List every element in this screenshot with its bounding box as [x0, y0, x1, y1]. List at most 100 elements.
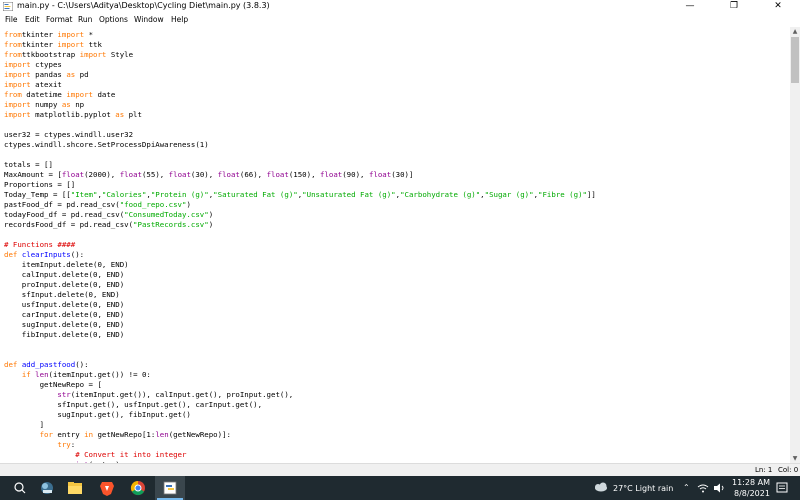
code-line[interactable]: itemInput.delete(0, END)	[4, 260, 129, 270]
code-token: sfInput.get(), usfInput.get(), carInput.…	[4, 400, 263, 409]
menu-options[interactable]: Options	[99, 15, 128, 24]
code-line[interactable]: import numpy as np	[4, 100, 84, 110]
code-line[interactable]: Today_Temp = [["Item","Calories","Protei…	[4, 190, 596, 200]
menu-file[interactable]: File	[5, 15, 18, 24]
code-line[interactable]: user32 = ctypes.windll.user32	[4, 130, 133, 140]
code-token: import	[79, 50, 107, 59]
clock-time[interactable]: 11:28 AM	[732, 478, 770, 487]
code-token: float	[168, 170, 191, 179]
code-token: recordsFood_df = pd.read_csv(	[4, 220, 134, 229]
code-token: # Convert it into integer	[75, 450, 187, 459]
code-token: float	[319, 170, 343, 179]
code-line[interactable]: fromtkinter import ttk	[4, 40, 102, 50]
code-line[interactable]: calInput.delete(0, END)	[4, 270, 124, 280]
code-token: float	[119, 170, 142, 179]
code-editor[interactable]: fromtkinter import * fromtkinter import t…	[0, 27, 790, 463]
code-line[interactable]: usfInput.delete(0, END)	[4, 300, 124, 310]
code-line[interactable]: import pandas as pd	[4, 70, 89, 80]
chrome-icon[interactable]	[124, 478, 152, 498]
code-line[interactable]: todayFood_df = pd.read_csv("ConsumedToda…	[4, 210, 213, 220]
code-line[interactable]: def add_pastfood():	[4, 360, 89, 370]
code-token: ctypes.windll.shcore.SetProcessDpiAwaren…	[4, 140, 209, 149]
code-line[interactable]: def clearInputs():	[4, 250, 84, 260]
code-token: sugInput.get(), fibInput.get()	[4, 410, 191, 419]
chevron-up-icon[interactable]: ⌃	[683, 483, 690, 492]
code-token: pandas	[30, 70, 67, 79]
python-idle-icon[interactable]	[156, 478, 184, 498]
code-token: ():	[75, 360, 89, 369]
menu-window[interactable]: Window	[134, 15, 164, 24]
code-token: as	[61, 100, 71, 109]
code-token: ttk	[84, 40, 102, 49]
code-token: import	[4, 60, 31, 69]
code-token: Today_Temp = [[	[4, 190, 71, 199]
code-token: user32 = ctypes.windll.user32	[4, 130, 134, 139]
menu-format[interactable]: Format	[46, 15, 72, 24]
close-button[interactable]: ✕	[756, 0, 800, 13]
code-line[interactable]: fibInput.delete(0, END)	[4, 330, 124, 340]
code-line[interactable]: proInput.delete(0, END)	[4, 280, 124, 290]
maximize-button[interactable]: ❐	[712, 0, 756, 13]
code-token: import	[57, 40, 85, 49]
speaker-icon[interactable]	[713, 483, 725, 493]
code-line[interactable]: sfInput.delete(0, END)	[4, 290, 120, 300]
code-line[interactable]: # Functions ####	[4, 240, 75, 250]
code-line[interactable]: sugInput.delete(0, END)	[4, 320, 124, 330]
code-line[interactable]: for entry in getNewRepo[1:len(getNewRepo…	[4, 430, 231, 440]
code-line[interactable]: import matplotlib.pyplot as plt	[4, 110, 142, 120]
code-token: ttkbootstrap	[21, 50, 80, 59]
code-line[interactable]: sugInput.get(), fibInput.get()	[4, 410, 191, 420]
menu-bar: File Edit Format Run Options Window Help	[0, 13, 800, 27]
menu-run[interactable]: Run	[78, 15, 92, 24]
scroll-down-arrow-icon[interactable]: ▼	[790, 454, 800, 463]
code-token: "Fibre (g)"	[538, 190, 587, 199]
code-line[interactable]: fromttkbootstrap import Style	[4, 50, 133, 60]
code-token: (getNewRepo)]:	[168, 430, 231, 439]
menu-help[interactable]: Help	[171, 15, 188, 24]
code-line[interactable]: # Convert it into integer	[4, 450, 186, 460]
code-token: ctypes	[30, 60, 62, 69]
weather-text[interactable]: 27°C Light rain	[613, 484, 673, 493]
file-explorer-icon[interactable]	[61, 478, 89, 498]
clock-date[interactable]: 8/8/2021	[734, 489, 770, 498]
code-token: "Carbohydrate (g)"	[400, 190, 481, 199]
brave-browser-icon[interactable]	[93, 478, 121, 498]
code-line[interactable]: fromtkinter import *	[4, 30, 93, 40]
code-token: (30),	[190, 170, 218, 179]
code-line[interactable]: getNewRepo = [	[4, 380, 102, 390]
code-line[interactable]: carInput.delete(0, END)	[4, 310, 124, 320]
minimize-button[interactable]: —	[668, 0, 712, 13]
code-line[interactable]: ]	[4, 420, 44, 430]
menu-edit[interactable]: Edit	[25, 15, 40, 24]
notification-icon[interactable]	[776, 482, 788, 494]
search-icon[interactable]	[6, 478, 34, 498]
code-line[interactable]: import ctypes	[4, 60, 62, 70]
code-line[interactable]: try:	[4, 440, 75, 450]
code-line[interactable]: sfInput.get(), usfInput.get(), carInput.…	[4, 400, 262, 410]
code-line[interactable]: ctypes.windll.shcore.SetProcessDpiAwaren…	[4, 140, 209, 150]
code-line[interactable]: pastFood_df = pd.read_csv("food_repo.csv…	[4, 200, 191, 210]
code-token: ]]	[586, 190, 596, 199]
code-token: ]	[4, 420, 45, 429]
code-token: )	[208, 210, 214, 219]
task-view-icon[interactable]	[33, 478, 61, 498]
vertical-scrollbar[interactable]	[790, 27, 800, 463]
code-token: float	[266, 170, 289, 179]
scroll-up-arrow-icon[interactable]: ▲	[790, 27, 800, 36]
wifi-icon[interactable]	[697, 483, 709, 493]
code-line[interactable]: recordsFood_df = pd.read_csv("PastRecord…	[4, 220, 213, 230]
code-token: (150),	[288, 170, 320, 179]
code-token: (30)]	[391, 170, 414, 179]
code-line[interactable]: from datetime import date	[4, 90, 115, 100]
code-line[interactable]: totals = []	[4, 160, 53, 170]
code-token: for	[39, 430, 53, 439]
code-line[interactable]: MaxAmount = [float(2000), float(55), flo…	[4, 170, 413, 180]
code-token: clearInputs	[21, 250, 71, 259]
scrollbar-thumb[interactable]	[791, 37, 799, 83]
code-line[interactable]: str(itemInput.get()), calInput.get(), pr…	[4, 390, 293, 400]
weather-cloud-icon[interactable]	[593, 482, 609, 494]
code-line[interactable]: Proportions = []	[4, 180, 75, 190]
code-line[interactable]: if len(itemInput.get()) != 0:	[4, 370, 151, 380]
code-line[interactable]: import atexit	[4, 80, 62, 90]
